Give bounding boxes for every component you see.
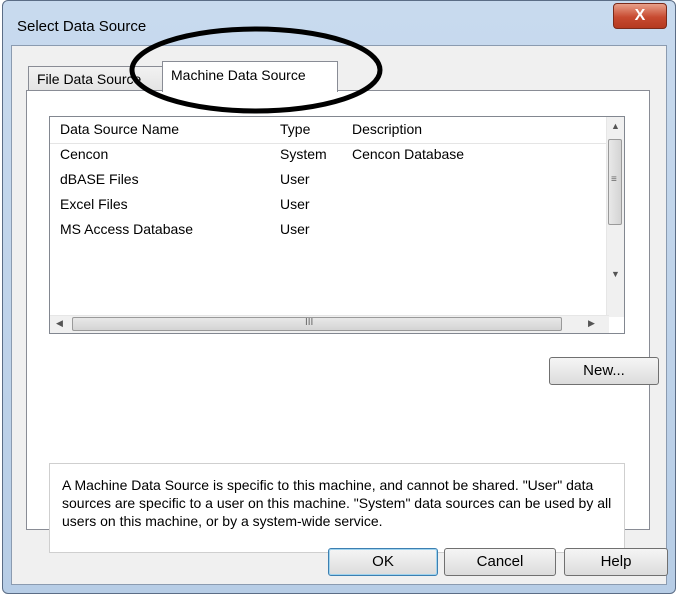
close-icon: X bbox=[634, 7, 646, 24]
row-type: User bbox=[280, 196, 310, 212]
description-text: A Machine Data Source is specific to thi… bbox=[62, 477, 612, 529]
row-name: dBASE Files bbox=[60, 171, 139, 187]
list-item[interactable]: Cencon System Cencon Database bbox=[50, 146, 610, 171]
row-name: Excel Files bbox=[60, 196, 128, 212]
new-button[interactable]: New... bbox=[549, 357, 659, 385]
column-header-description[interactable]: Description bbox=[352, 121, 422, 137]
list-header: Data Source Name Type Description bbox=[50, 117, 615, 144]
tab-machine-data-source[interactable]: Machine Data Source bbox=[162, 61, 338, 92]
cancel-button[interactable]: Cancel bbox=[444, 548, 556, 576]
scroll-up-arrow-icon[interactable]: ▲ bbox=[611, 121, 620, 131]
column-header-type[interactable]: Type bbox=[280, 121, 310, 137]
data-source-list[interactable]: Data Source Name Type Description Cencon… bbox=[49, 116, 625, 334]
scroll-left-arrow-icon[interactable]: ◀ bbox=[56, 318, 63, 329]
help-button[interactable]: Help bbox=[564, 548, 668, 576]
close-button[interactable]: X bbox=[613, 3, 667, 29]
row-type: System bbox=[280, 146, 327, 162]
tab-file-data-source[interactable]: File Data Source bbox=[28, 66, 164, 92]
window-title: Select Data Source bbox=[17, 18, 147, 35]
vertical-scroll-thumb[interactable]: ≡ bbox=[608, 139, 622, 225]
dialog-client-area: File Data Source Machine Data Source Dat… bbox=[11, 45, 668, 585]
row-description: Cencon Database bbox=[352, 146, 465, 162]
column-header-name[interactable]: Data Source Name bbox=[60, 121, 179, 137]
row-type: User bbox=[280, 171, 310, 187]
ok-button[interactable]: OK bbox=[328, 548, 438, 576]
horizontal-scrollbar[interactable]: ◀ III ▶ bbox=[50, 315, 609, 333]
list-item[interactable]: dBASE Files User bbox=[50, 171, 610, 196]
scroll-down-arrow-icon[interactable]: ▼ bbox=[611, 269, 620, 279]
description-box: A Machine Data Source is specific to thi… bbox=[49, 463, 625, 553]
grip-icon: III bbox=[305, 317, 314, 328]
dialog-window: Select Data Source X File Data Source Ma… bbox=[2, 0, 676, 594]
row-name: Cencon bbox=[60, 146, 109, 162]
title-bar[interactable]: Select Data Source X bbox=[3, 1, 675, 45]
tab-panel: Data Source Name Type Description Cencon… bbox=[26, 90, 659, 553]
grip-icon: ≡ bbox=[611, 174, 617, 185]
row-name: MS Access Database bbox=[60, 221, 194, 237]
vertical-scrollbar[interactable]: ▲ ≡ ▼ bbox=[606, 117, 624, 317]
list-item[interactable]: Excel Files User bbox=[50, 196, 610, 221]
row-type: User bbox=[280, 221, 310, 237]
scroll-right-arrow-icon[interactable]: ▶ bbox=[588, 318, 595, 329]
horizontal-scroll-thumb[interactable]: III bbox=[72, 317, 562, 331]
list-item[interactable]: MS Access Database User bbox=[50, 221, 610, 246]
